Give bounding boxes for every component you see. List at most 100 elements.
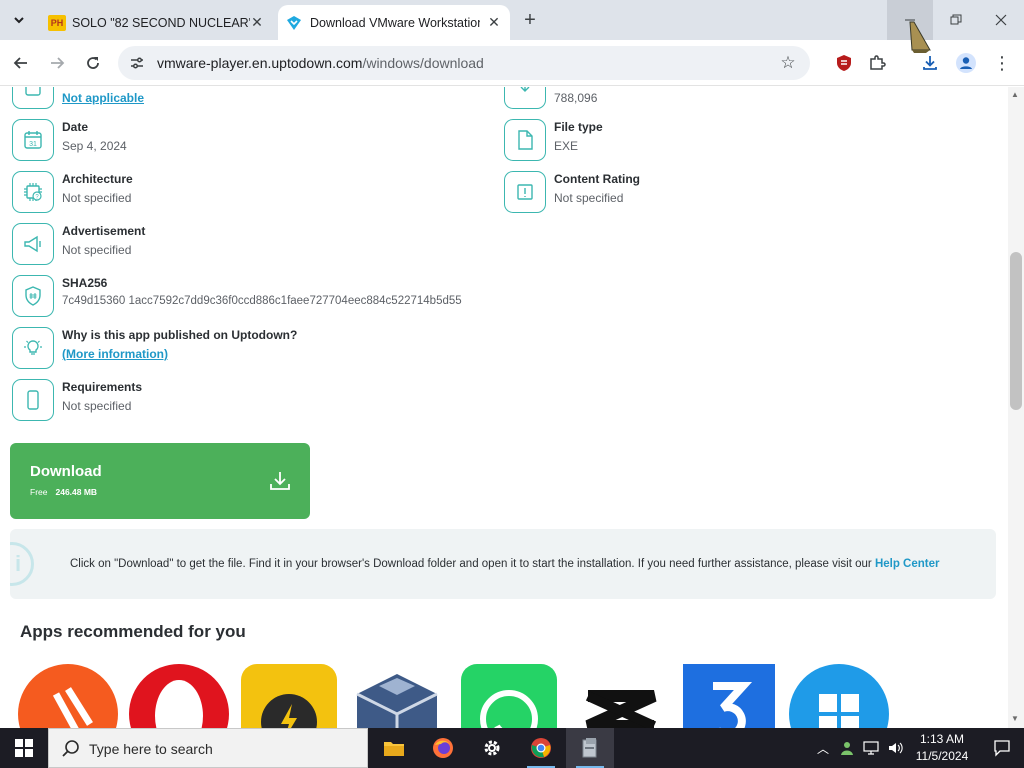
close-tab-icon[interactable]: ✕ <box>249 14 265 30</box>
address-bar[interactable]: vmware-player.en.uptodown.com/windows/do… <box>118 46 810 80</box>
tab-solo[interactable]: PH SOLO "82 SECOND NUCLEAR" ✕ <box>40 5 273 40</box>
forward-button[interactable] <box>44 50 70 76</box>
download-size: 246.48 MB <box>55 487 98 497</box>
tab-search-button[interactable] <box>7 8 31 32</box>
close-icon <box>995 14 1007 26</box>
restore-icon <box>950 14 962 25</box>
info-item-date: 31 Date Sep 4, 2024 <box>12 119 472 163</box>
architecture-value: Not specified <box>62 191 132 205</box>
url-text[interactable]: vmware-player.en.uptodown.com/windows/do… <box>157 55 484 71</box>
close-tab-icon[interactable]: ✕ <box>486 14 502 30</box>
tray-user-icon[interactable] <box>836 728 858 768</box>
scroll-down-arrow-icon[interactable]: ▼ <box>1011 714 1019 723</box>
megaphone-icon <box>12 223 54 265</box>
requirements-value: Not specified <box>62 399 132 413</box>
date-value: Sep 4, 2024 <box>62 139 127 153</box>
search-placeholder: Type here to search <box>89 741 213 757</box>
back-button[interactable] <box>8 50 34 76</box>
reload-button[interactable] <box>80 50 106 76</box>
start-button[interactable] <box>0 728 48 768</box>
clock-date: 11/5/2024 <box>915 749 969 763</box>
notice-text: Click on "Download" to get the file. Fin… <box>70 558 939 570</box>
gear-icon <box>484 740 500 756</box>
site-info-icon[interactable] <box>128 54 146 72</box>
scroll-up-arrow-icon[interactable]: ▲ <box>1011 90 1019 99</box>
taskbar-search-box[interactable]: Type here to search <box>48 728 368 768</box>
arrow-left-icon <box>13 57 27 69</box>
app-tile-windows[interactable] <box>789 664 889 728</box>
date-label: Date <box>62 120 89 134</box>
app-tile-zoho[interactable] <box>683 664 783 728</box>
download-free-label: Free <box>30 487 48 497</box>
browser-menu-icon[interactable]: ⋮ <box>989 50 1015 76</box>
info-item-advertisement: Advertisement Not specified <box>12 223 472 267</box>
sha256-value: 7c49d15360 1acc7592c7dd9c36f0ccd886c1fae… <box>62 295 462 307</box>
taskbar-installer[interactable] <box>566 728 614 768</box>
app-tile-bolt[interactable] <box>239 664 339 728</box>
lightbulb-icon <box>12 327 54 369</box>
scroll-thumb[interactable] <box>1010 252 1022 410</box>
why-published-label: Why is this app published on Uptodown? <box>62 328 298 342</box>
tab-vmware-download[interactable]: Download VMware Workstation ✕ <box>278 5 510 40</box>
windows-logo-icon <box>15 739 33 757</box>
app-tile-whatsapp[interactable] <box>459 664 559 728</box>
info-icon: i <box>10 542 34 586</box>
extensions-puzzle-icon[interactable] <box>864 50 890 76</box>
app-tile-capcut[interactable] <box>570 664 670 728</box>
taskbar-firefox[interactable] <box>419 728 467 768</box>
taskbar-file-explorer[interactable] <box>370 728 418 768</box>
file-type-label: File type <box>554 120 603 134</box>
taskbar-chrome[interactable] <box>517 728 565 768</box>
windows-app-icon <box>789 664 889 728</box>
taskbar-clock[interactable]: 1:13 AM 11/5/2024 <box>910 731 974 765</box>
downloads-count-icon <box>504 87 546 109</box>
sha256-label: SHA256 <box>62 276 108 290</box>
info-item-license: Not applicable <box>12 87 472 111</box>
info-item-sha256: SHA256 7c49d15360 1acc7592c7dd9c36f0ccd8… <box>12 275 712 319</box>
info-item-requirements: Requirements Not specified <box>12 379 472 423</box>
architecture-label: Architecture <box>62 172 133 186</box>
page-content: Not applicable 788,096 31 Date Sep 4, 20… <box>0 87 1008 728</box>
clock-time: 1:13 AM <box>919 732 965 746</box>
installer-icon <box>582 738 597 758</box>
tray-overflow-chevron-icon[interactable]: ︿ <box>814 728 832 768</box>
tab-strip: PH SOLO "82 SECOND NUCLEAR" ✕ Download V… <box>0 0 1024 40</box>
profile-avatar-icon[interactable] <box>953 50 979 76</box>
chip-icon: ? <box>12 171 54 213</box>
restore-button[interactable] <box>933 0 979 40</box>
download-icon <box>270 472 290 490</box>
advertisement-value: Not specified <box>62 243 132 257</box>
app-tile-virtualbox[interactable]: ORACLE <box>349 664 449 728</box>
url-path: /windows/download <box>362 55 484 71</box>
orange-app-icon <box>18 664 118 728</box>
app-tile-1[interactable] <box>18 664 118 728</box>
info-item-downloads: 788,096 <box>504 87 964 111</box>
arrow-right-icon <box>51 57 65 69</box>
more-information-link[interactable]: (More information) <box>62 347 168 361</box>
content-rating-value: Not specified <box>554 191 624 205</box>
notification-icon <box>994 740 1010 757</box>
app-tile-opera[interactable] <box>129 664 229 728</box>
notification-center-button[interactable] <box>980 728 1024 768</box>
help-center-link[interactable]: Help Center <box>875 558 940 570</box>
search-icon <box>62 740 79 757</box>
notice-body: Click on "Download" to get the file. Fin… <box>70 558 872 570</box>
new-tab-button[interactable]: + <box>518 9 542 31</box>
shield-hash-icon <box>12 275 54 317</box>
browser-toolbar: vmware-player.en.uptodown.com/windows/do… <box>0 40 1024 115</box>
volume-icon[interactable] <box>884 728 906 768</box>
not-applicable-link[interactable]: Not applicable <box>62 91 144 105</box>
download-title: Download <box>30 463 102 480</box>
taskbar-settings[interactable] <box>468 728 516 768</box>
info-item-architecture: ? Architecture Not specified <box>12 171 472 215</box>
network-icon[interactable] <box>860 728 882 768</box>
window-close-button[interactable] <box>978 0 1024 40</box>
bookmark-star-icon[interactable]: ☆ <box>778 53 798 73</box>
shield-extension-icon[interactable] <box>831 50 857 76</box>
advertisement-label: Advertisement <box>62 224 146 238</box>
calendar-icon: 31 <box>12 119 54 161</box>
download-button[interactable]: Download Free 246.48 MB <box>10 443 310 519</box>
content-rating-label: Content Rating <box>554 172 640 186</box>
windows-taskbar: Type here to search ︿ 1:13 AM 11/5/2024 <box>0 728 1024 768</box>
downloads-count-value: 788,096 <box>554 91 598 105</box>
